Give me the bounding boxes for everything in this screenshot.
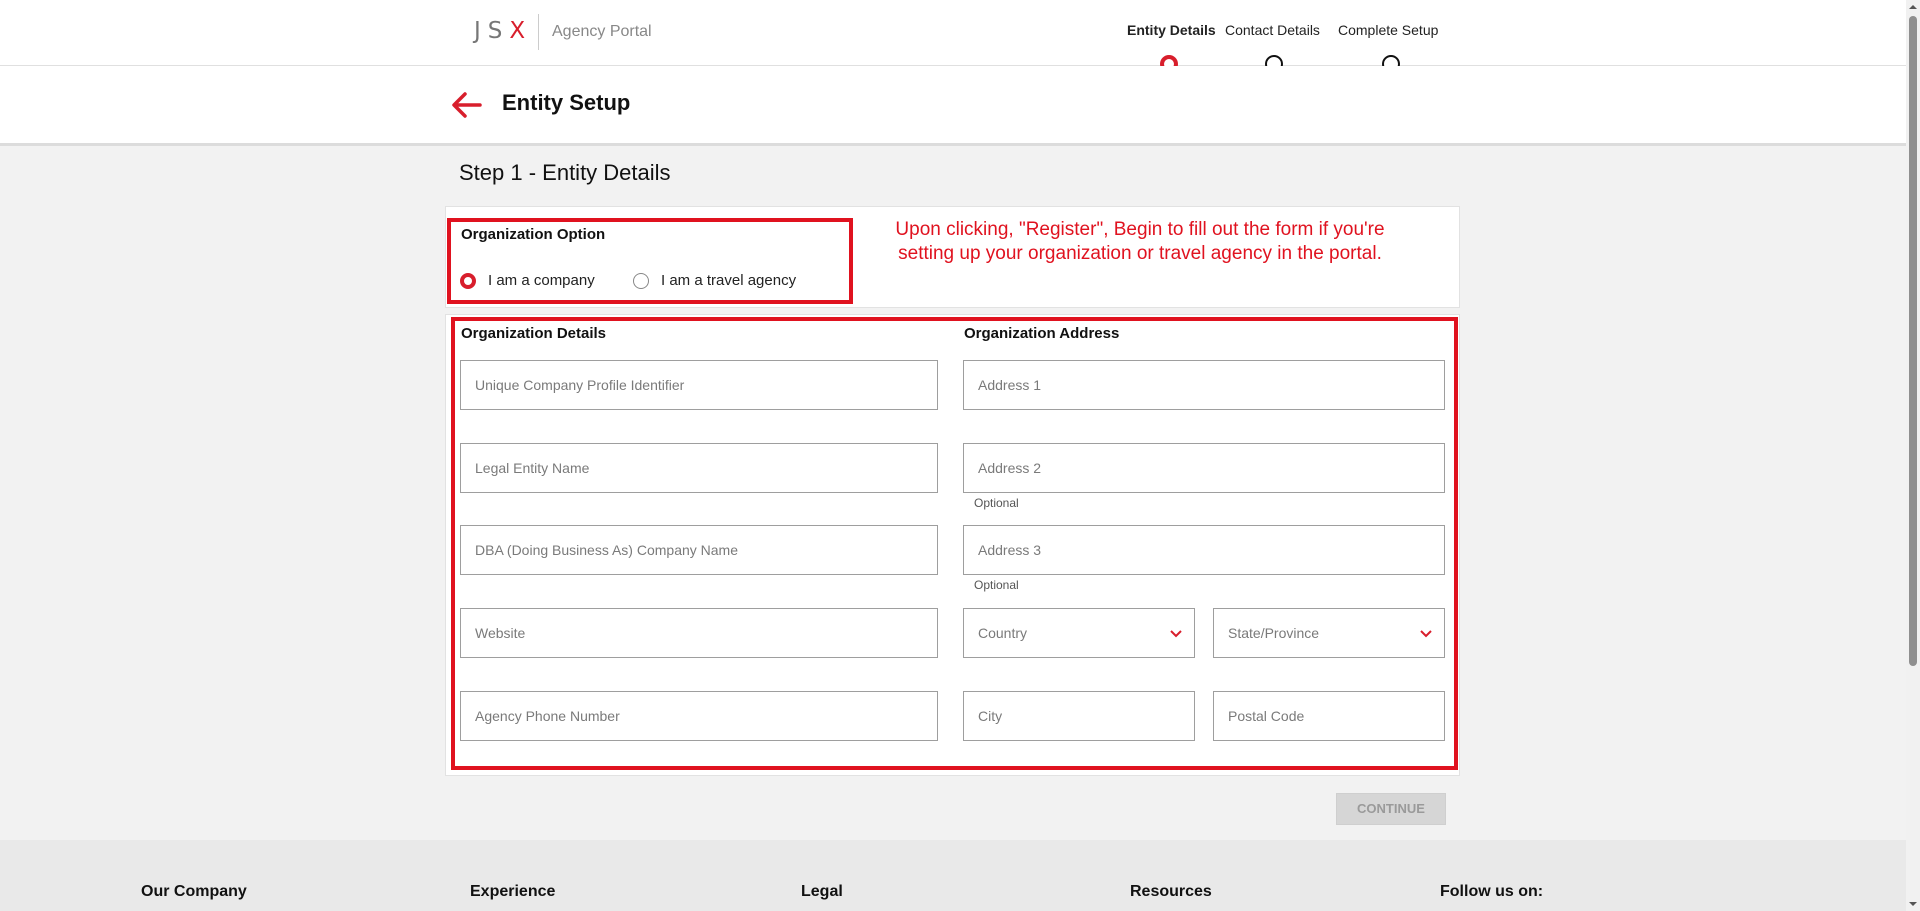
- country-select-value: Country: [978, 625, 1028, 641]
- state-province-select[interactable]: State/Province: [1213, 608, 1445, 658]
- footer-experience[interactable]: Experience: [470, 883, 555, 901]
- logo-divider: [538, 14, 539, 50]
- radio-travel-agency-label: I am a travel agency: [661, 272, 797, 289]
- postal-code-input[interactable]: [1213, 691, 1445, 741]
- radio-company[interactable]: I am a company: [460, 272, 595, 289]
- page-title: Entity Setup: [502, 90, 631, 115]
- organization-option-label: Organization Option: [461, 226, 606, 243]
- step-entity-details: Entity Details: [1127, 22, 1216, 38]
- radio-unchecked-icon: [633, 272, 649, 289]
- address-2-optional-helper: Optional: [974, 496, 1019, 510]
- chevron-down-icon: [1170, 630, 1182, 638]
- continue-button[interactable]: CONTINUE: [1336, 793, 1446, 825]
- step-complete-setup: Complete Setup: [1338, 22, 1439, 38]
- step-heading: Step 1 - Entity Details: [459, 160, 671, 185]
- footer: [0, 840, 1906, 911]
- scroll-down-arrow-icon[interactable]: [1909, 900, 1917, 908]
- address-3-optional-helper: Optional: [974, 578, 1019, 592]
- logo-x: X: [509, 18, 533, 44]
- address-2-input[interactable]: [963, 443, 1445, 493]
- city-input[interactable]: [963, 691, 1195, 741]
- address-1-input[interactable]: [963, 360, 1445, 410]
- state-province-select-value: State/Province: [1228, 625, 1320, 641]
- footer-legal[interactable]: Legal: [801, 883, 843, 901]
- step-contact-details: Contact Details: [1225, 22, 1320, 38]
- country-select[interactable]: Country: [963, 608, 1195, 658]
- chevron-down-icon: [1420, 630, 1432, 638]
- scrollbar-thumb[interactable]: [1909, 16, 1917, 666]
- arrow-left-icon: [452, 92, 482, 118]
- radio-travel-agency[interactable]: I am a travel agency: [633, 272, 796, 289]
- footer-follow-us[interactable]: Follow us on:: [1440, 883, 1543, 901]
- logo-letters: JS: [474, 18, 510, 44]
- unique-company-profile-identifier-input[interactable]: [460, 360, 938, 410]
- legal-entity-name-input[interactable]: [460, 443, 938, 493]
- back-button[interactable]: [450, 88, 484, 122]
- website-input[interactable]: [460, 608, 938, 658]
- organization-address-label: Organization Address: [964, 325, 1120, 342]
- jsx-logo[interactable]: JSX: [474, 18, 532, 44]
- radio-checked-icon: [460, 272, 476, 289]
- radio-company-label: I am a company: [488, 272, 595, 289]
- annotation-note: Upon clicking, "Register", Begin to fill…: [895, 219, 1385, 264]
- organization-details-label: Organization Details: [461, 325, 607, 342]
- agency-phone-number-input[interactable]: [460, 691, 938, 741]
- scroll-up-arrow-icon[interactable]: [1909, 3, 1917, 11]
- page-header: [0, 66, 1906, 146]
- portal-name: Agency Portal: [552, 23, 652, 40]
- footer-resources[interactable]: Resources: [1130, 883, 1212, 901]
- address-3-input[interactable]: [963, 525, 1445, 575]
- footer-our-company[interactable]: Our Company: [141, 883, 247, 901]
- top-navigation-bar: [0, 0, 1906, 66]
- dba-company-name-input[interactable]: [460, 525, 938, 575]
